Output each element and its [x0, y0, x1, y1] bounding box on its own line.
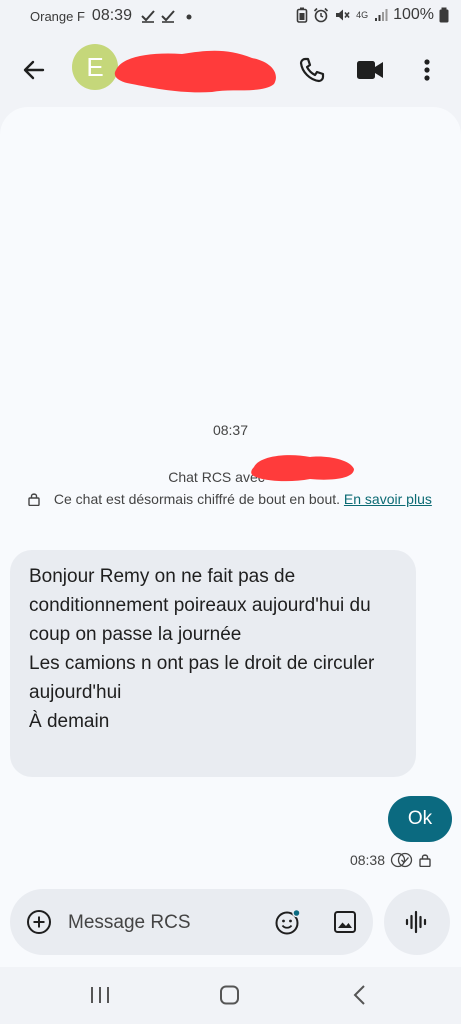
battery-icon	[439, 7, 449, 23]
message-line: conditionnement poireaux aujourd'hui du	[29, 595, 371, 616]
learn-more-link[interactable]: En savoir plus	[344, 491, 432, 507]
outgoing-message-bubble[interactable]: Ok	[388, 796, 452, 842]
incoming-message-bubble[interactable]: Bonjour Remy on ne fait pas de condition…	[10, 550, 416, 777]
status-left: Orange F 08:39	[30, 7, 196, 25]
composer	[10, 889, 373, 955]
message-line: Bonjour Remy on ne fait pas de	[29, 566, 296, 587]
more-options-button[interactable]	[415, 56, 439, 84]
home-icon[interactable]	[218, 984, 242, 1006]
network-type-label: 4G	[356, 9, 369, 20]
notification-dot-icon	[186, 14, 192, 20]
lock-icon	[419, 854, 431, 867]
redaction-mark	[114, 50, 276, 93]
add-circle-icon	[27, 910, 51, 934]
message-time: 08:38	[349, 852, 385, 868]
back-arrow-icon	[23, 60, 45, 80]
message-line: coup on passe la journée	[29, 624, 242, 645]
carrier-label: Orange F	[30, 8, 85, 24]
battery-percent: 100%	[393, 6, 434, 23]
message-line: Les camions n ont pas le droit de circul…	[29, 653, 375, 674]
gallery-button[interactable]	[332, 909, 358, 935]
voice-message-button[interactable]	[384, 889, 450, 955]
video-call-button[interactable]	[355, 56, 385, 84]
call-button[interactable]	[298, 56, 326, 84]
check-icon	[161, 10, 175, 23]
emoji-icon	[275, 908, 301, 935]
message-input[interactable]	[66, 903, 266, 943]
conversation-timestamp: 08:37	[212, 422, 249, 438]
image-icon	[334, 911, 356, 933]
add-attachment-button[interactable]	[26, 909, 52, 935]
conversation-panel[interactable]: 08:37 Chat RCS avec Ce chat est désormai…	[0, 107, 461, 967]
nav-back-icon[interactable]	[350, 984, 370, 1006]
emoji-button[interactable]	[274, 908, 302, 936]
more-vert-icon	[424, 59, 430, 81]
alarm-icon	[314, 7, 329, 23]
phone-icon	[299, 57, 325, 83]
system-nav-bar	[0, 967, 461, 1024]
message-line: À demain	[29, 711, 110, 732]
app-bar: E	[0, 34, 461, 104]
status-right: 4G 100%	[296, 6, 449, 24]
message-meta: 08:38	[350, 852, 431, 868]
video-icon	[357, 61, 383, 79]
encryption-notice: Ce chat est désormais chiffré de bout en…	[28, 488, 438, 510]
message-line: aujourd'hui	[29, 682, 122, 703]
read-receipt-icon	[390, 852, 413, 868]
status-clock: 08:39	[91, 7, 132, 24]
status-bar: Orange F 08:39 4G 100%	[0, 0, 461, 34]
battery-saver-icon	[296, 7, 308, 23]
messages-screen: Orange F 08:39 4G 100% E 08:37 Chat RCS …	[0, 0, 461, 1024]
lock-icon	[28, 493, 40, 506]
redaction-mark	[251, 455, 354, 482]
voice-waveform-icon	[405, 910, 427, 934]
rcs-title: Chat RCS avec	[168, 469, 265, 485]
rcs-info: Chat RCS avec	[0, 469, 461, 485]
signal-icon	[375, 9, 388, 21]
mute-icon	[336, 9, 350, 21]
recent-apps-icon[interactable]	[88, 984, 112, 1006]
check-icon	[141, 10, 155, 23]
encryption-text: Ce chat est désormais chiffré de bout en…	[53, 491, 341, 507]
back-button[interactable]	[20, 56, 48, 84]
